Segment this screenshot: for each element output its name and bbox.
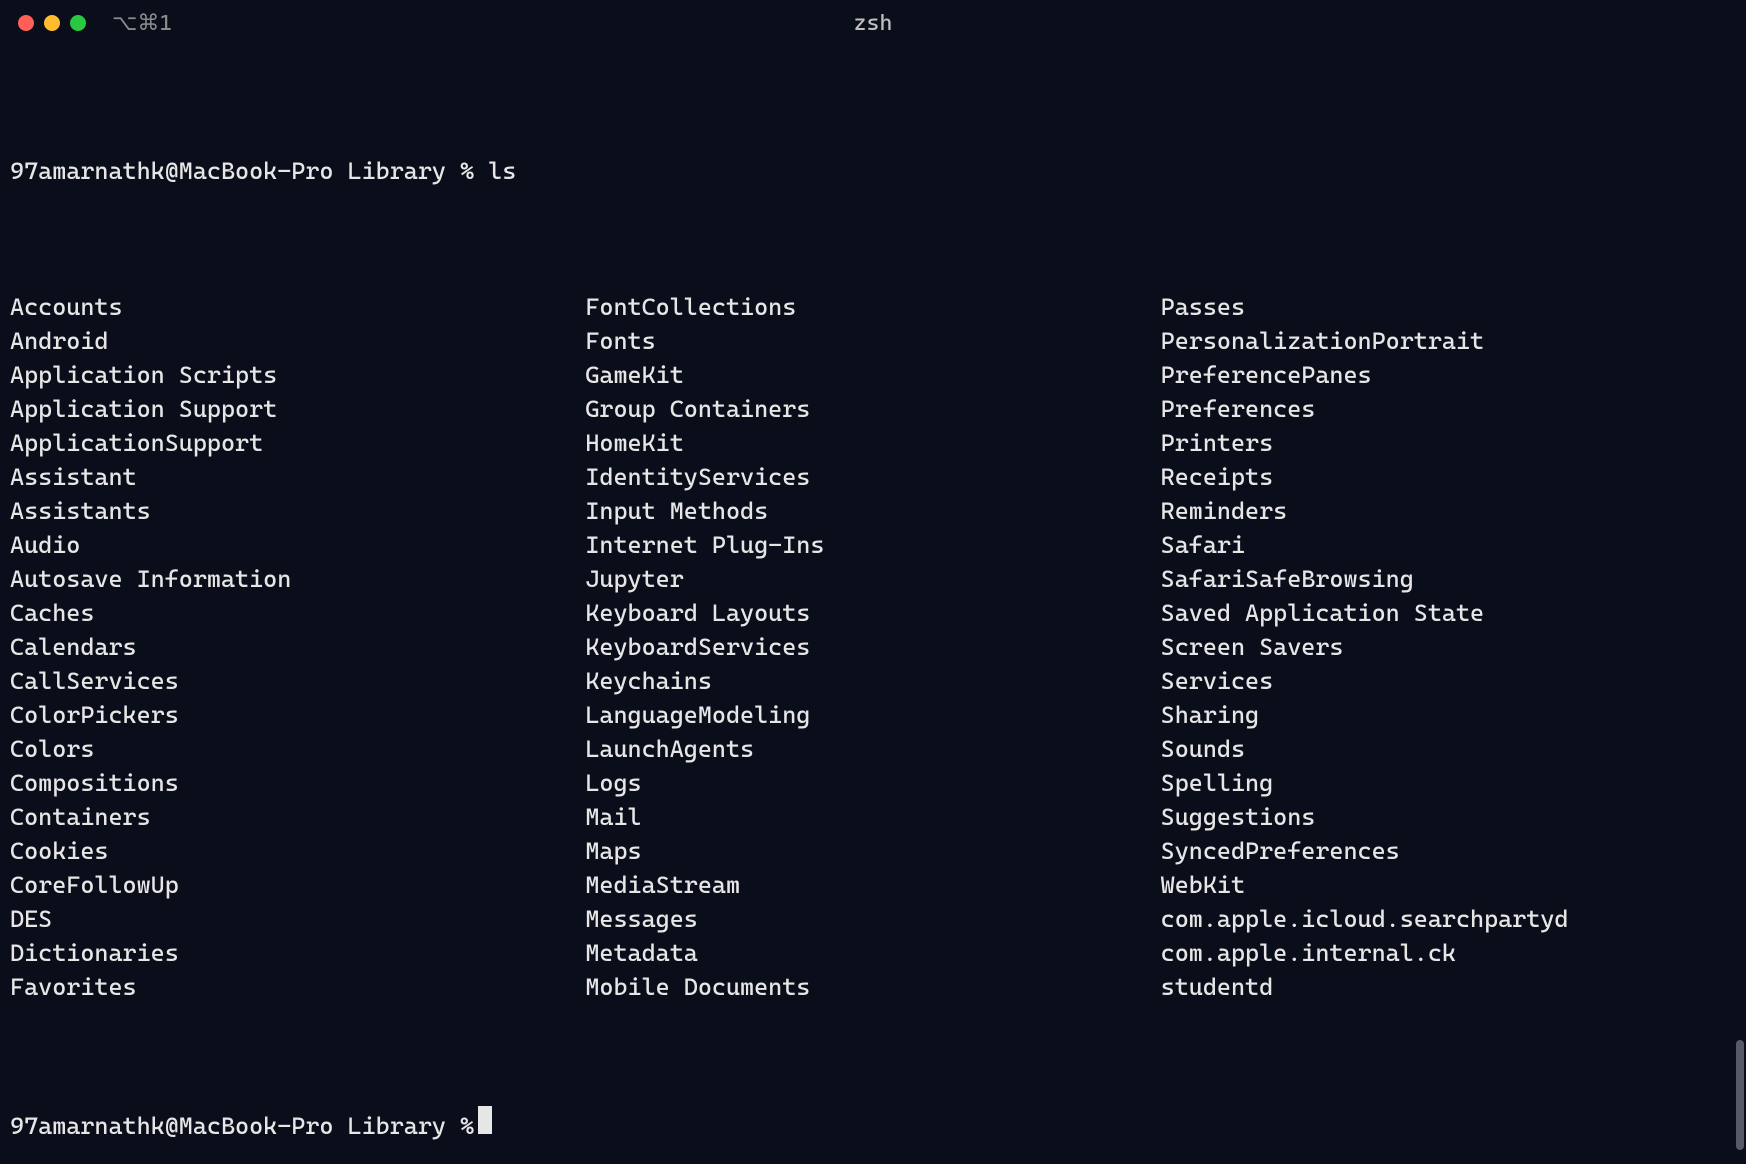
list-item: Accounts — [10, 290, 585, 324]
list-item: MediaStream — [585, 868, 1160, 902]
list-item: Keychains — [585, 664, 1160, 698]
list-item: Logs — [585, 766, 1160, 800]
list-item: Suggestions — [1161, 800, 1736, 834]
terminal-window: ⌥⌘1 zsh 97amarnathk@MacBook-Pro Library … — [0, 0, 1746, 1164]
list-item: Cookies — [10, 834, 585, 868]
prompt: 97amarnathk@MacBook-Pro Library % — [10, 154, 474, 188]
list-item: Messages — [585, 902, 1160, 936]
list-item: Metadata — [585, 936, 1160, 970]
list-item: Fonts — [585, 324, 1160, 358]
list-item: PersonalizationPortrait — [1161, 324, 1736, 358]
list-item: Spelling — [1161, 766, 1736, 800]
scrollbar[interactable] — [1734, 80, 1744, 1156]
list-item: Containers — [10, 800, 585, 834]
list-item: Autosave Information — [10, 562, 585, 596]
list-item: Caches — [10, 596, 585, 630]
prompt: 97amarnathk@MacBook-Pro Library % — [10, 1109, 474, 1143]
list-item: studentd — [1161, 970, 1736, 1004]
list-item: Preferences — [1161, 392, 1736, 426]
list-item: Safari — [1161, 528, 1736, 562]
list-item: Assistants — [10, 494, 585, 528]
list-item: LaunchAgents — [585, 732, 1160, 766]
list-item: LanguageModeling — [585, 698, 1160, 732]
list-item: com.apple.internal.ck — [1161, 936, 1736, 970]
list-item: Saved Application State — [1161, 596, 1736, 630]
list-item: SafariSafeBrowsing — [1161, 562, 1736, 596]
list-item: Audio — [10, 528, 585, 562]
list-item: Application Scripts — [10, 358, 585, 392]
ls-column-2: FontCollectionsFontsGameKitGroup Contain… — [585, 290, 1160, 1004]
list-item: Services — [1161, 664, 1736, 698]
list-item: IdentityServices — [585, 460, 1160, 494]
prompt-line: 97amarnathk@MacBook-Pro Library % — [10, 1106, 1736, 1143]
list-item: Application Support — [10, 392, 585, 426]
list-item: ColorPickers — [10, 698, 585, 732]
list-item: Jupyter — [585, 562, 1160, 596]
list-item: Group Containers — [585, 392, 1160, 426]
ls-column-3: PassesPersonalizationPortraitPreferenceP… — [1161, 290, 1736, 1004]
list-item: Favorites — [10, 970, 585, 1004]
titlebar: ⌥⌘1 zsh — [0, 0, 1746, 46]
list-item: FontCollections — [585, 290, 1160, 324]
window-title: zsh — [0, 11, 1746, 36]
terminal-body[interactable]: 97amarnathk@MacBook-Pro Library % ls Acc… — [0, 46, 1746, 1164]
list-item: GameKit — [585, 358, 1160, 392]
list-item: Calendars — [10, 630, 585, 664]
list-item: Assistant — [10, 460, 585, 494]
list-item: CallServices — [10, 664, 585, 698]
command-text: ls — [488, 154, 516, 188]
list-item: Compositions — [10, 766, 585, 800]
list-item: Sharing — [1161, 698, 1736, 732]
list-item: Colors — [10, 732, 585, 766]
list-item: com.apple.icloud.searchpartyd — [1161, 902, 1736, 936]
list-item: Screen Savers — [1161, 630, 1736, 664]
list-item: WebKit — [1161, 868, 1736, 902]
list-item: Internet Plug-Ins — [585, 528, 1160, 562]
list-item: DES — [10, 902, 585, 936]
minimize-icon[interactable] — [44, 15, 60, 31]
list-item: Maps — [585, 834, 1160, 868]
zoom-icon[interactable] — [70, 15, 86, 31]
prompt-line: 97amarnathk@MacBook-Pro Library % ls — [10, 154, 1736, 188]
ls-column-1: AccountsAndroidApplication ScriptsApplic… — [10, 290, 585, 1004]
list-item: Printers — [1161, 426, 1736, 460]
list-item: SyncedPreferences — [1161, 834, 1736, 868]
scrollbar-thumb[interactable] — [1736, 1040, 1744, 1150]
list-item: HomeKit — [585, 426, 1160, 460]
list-item: CoreFollowUp — [10, 868, 585, 902]
ls-output: AccountsAndroidApplication ScriptsApplic… — [10, 290, 1736, 1004]
list-item: Mail — [585, 800, 1160, 834]
list-item: Dictionaries — [10, 936, 585, 970]
list-item: Passes — [1161, 290, 1736, 324]
list-item: Reminders — [1161, 494, 1736, 528]
list-item: KeyboardServices — [585, 630, 1160, 664]
tab-label[interactable]: ⌥⌘1 — [112, 11, 172, 36]
list-item: PreferencePanes — [1161, 358, 1736, 392]
close-icon[interactable] — [18, 15, 34, 31]
list-item: Receipts — [1161, 460, 1736, 494]
list-item: ApplicationSupport — [10, 426, 585, 460]
list-item: Mobile Documents — [585, 970, 1160, 1004]
list-item: Sounds — [1161, 732, 1736, 766]
list-item: Android — [10, 324, 585, 358]
window-controls — [18, 15, 86, 31]
list-item: Input Methods — [585, 494, 1160, 528]
cursor-icon — [478, 1106, 492, 1134]
list-item: Keyboard Layouts — [585, 596, 1160, 630]
